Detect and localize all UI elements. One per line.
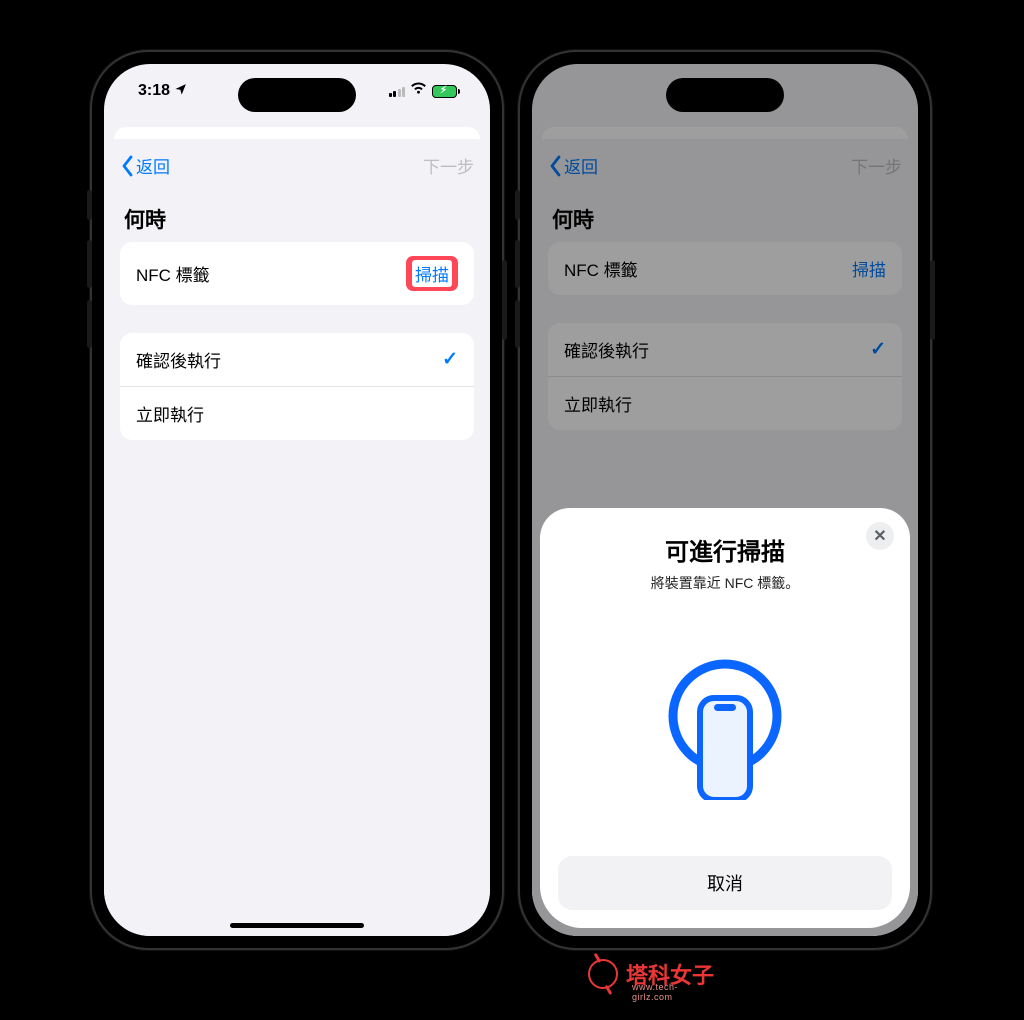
mute-switch: [515, 190, 520, 220]
mute-switch: [87, 190, 92, 220]
home-indicator[interactable]: [230, 923, 364, 928]
cancel-button[interactable]: 取消: [558, 856, 892, 910]
location-arrow-icon: [174, 82, 188, 101]
back-label: 返回: [136, 153, 170, 178]
nfc-tag-label: NFC 標籤: [136, 261, 210, 286]
volume-up-button: [87, 240, 92, 288]
phone-nfc-scan-icon: [650, 593, 800, 856]
power-button: [930, 260, 935, 340]
volume-up-button: [515, 240, 520, 288]
scan-button[interactable]: 掃描: [412, 260, 452, 287]
dynamic-island: [238, 78, 356, 112]
option-label: 立即執行: [136, 401, 204, 426]
next-button[interactable]: 下一步: [423, 153, 474, 178]
scan-highlight: 掃描: [406, 256, 458, 291]
status-time: 3:18: [138, 82, 170, 100]
power-button: [502, 260, 507, 340]
modal-sheet: 返回 下一步 何時 NFC 標籤 掃描 確認後執行: [104, 139, 490, 936]
nfc-scan-title: 可進行掃描: [665, 532, 785, 567]
volume-down-button: [515, 300, 520, 348]
section-header-when: 何時: [104, 192, 490, 242]
back-button[interactable]: 返回: [120, 153, 170, 178]
list-item[interactable]: 確認後執行 ✓: [120, 333, 474, 387]
close-button[interactable]: ✕: [866, 522, 894, 550]
watermark-icon: [588, 959, 618, 989]
phone-mockup-left: 3:18 ⚡︎: [90, 50, 504, 950]
nfc-scan-subtitle: 將裝置靠近 NFC 標籤。: [651, 573, 800, 593]
volume-down-button: [87, 300, 92, 348]
checkmark-icon: ✓: [442, 348, 458, 371]
list-item[interactable]: 立即執行: [120, 387, 474, 440]
nfc-scan-sheet: ✕ 可進行掃描 將裝置靠近 NFC 標籤。 取消: [540, 508, 910, 928]
cellular-signal-icon: [389, 86, 406, 97]
close-icon: ✕: [873, 526, 886, 546]
watermark: 塔科女子 www.tech-girlz.com: [588, 958, 714, 990]
wifi-icon: [410, 82, 427, 100]
nfc-tag-group: NFC 標籤 掃描: [120, 242, 474, 305]
battery-charging-icon: ⚡︎: [432, 85, 460, 98]
run-options-group: 確認後執行 ✓ 立即執行: [120, 333, 474, 440]
watermark-url: www.tech-girlz.com: [632, 982, 714, 1002]
phone-mockup-right: 返回 下一步 何時 NFC 標籤 掃描 確認後執行 ✓: [518, 50, 932, 950]
option-label: 確認後執行: [136, 347, 221, 372]
